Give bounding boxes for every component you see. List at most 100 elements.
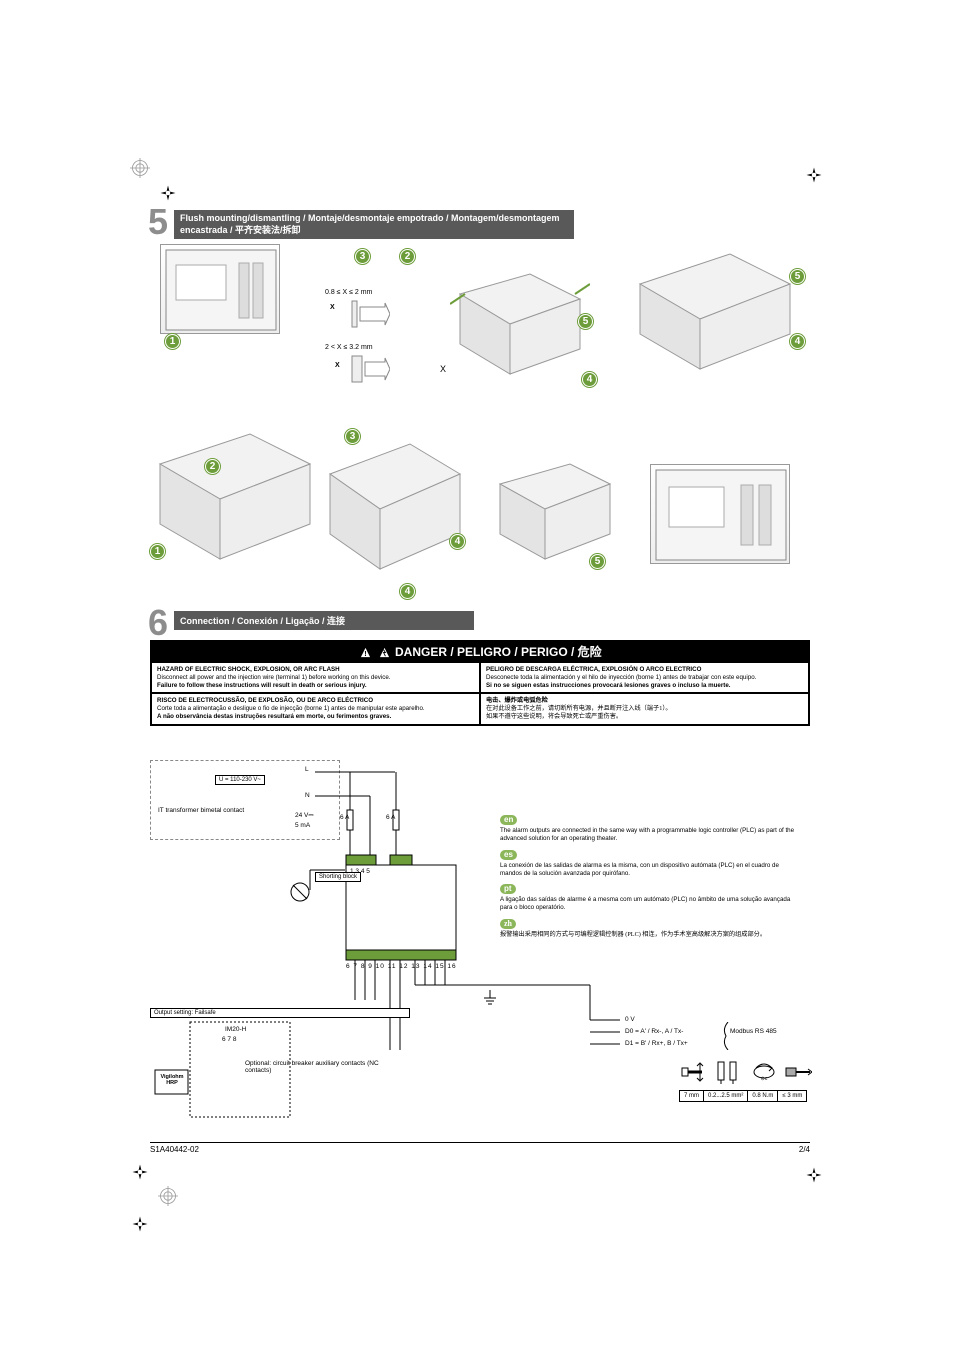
- step-bubble-1: 1: [150, 544, 165, 559]
- en-badge: en: [500, 815, 517, 825]
- zero-v-label: 0 V: [625, 1016, 635, 1023]
- step-bubble-4: 4: [450, 534, 465, 549]
- document-number: S1A40442-02: [150, 1145, 199, 1154]
- danger-grid: HAZARD OF ELECTRIC SHOCK, EXPLOSION, OR …: [151, 662, 809, 725]
- danger-box: ! DANGER / PELIGRO / PERIGO / 危险 HAZARD …: [150, 640, 810, 726]
- note-en: en The alarm outputs are connected in the…: [500, 815, 800, 844]
- zh-badge: zh: [500, 919, 516, 929]
- danger-es-title: PELIGRO DE DESCARGA ELÉCTRICA, EXPLOSIÓN…: [486, 666, 701, 673]
- step-bubble-2: 2: [205, 459, 220, 474]
- danger-zh: 电击、爆炸或电弧危险 在对此设备工作之前，请切断所有电源，并且断开注入线（端子1…: [480, 693, 809, 724]
- module-label: IM20-H: [225, 1026, 246, 1033]
- svg-text:⊙c: ⊙c: [761, 1076, 768, 1082]
- crosshair-icon: [802, 1163, 826, 1187]
- step-bubble-5: 5: [578, 314, 593, 329]
- step-bubble-5: 5: [790, 269, 805, 284]
- step-bubble-3: 3: [355, 249, 370, 264]
- danger-zh-title: 电击、爆炸或电弧危险: [486, 697, 548, 704]
- terminals-small-label: 6 7 8: [222, 1036, 236, 1043]
- device-iso-2: [630, 244, 800, 384]
- optional-contacts-label: Optional: circuit breaker auxiliary cont…: [245, 1060, 385, 1074]
- clip-thin-icon: [350, 299, 390, 334]
- registration-mark-icon: [156, 1184, 180, 1208]
- section-5-title-text: Flush mounting/dismantling / Montaje/des…: [180, 213, 560, 235]
- danger-en-body: Disconnect all power and the injection w…: [157, 674, 391, 681]
- danger-es-body: Desconecte toda la alimentación y el hil…: [486, 674, 756, 681]
- device-iso-3: [150, 424, 320, 574]
- danger-pt: RISCO DE ELECTROCUSSÃO, DE EXPLOSÃO, OU …: [151, 693, 480, 724]
- step-bubble-1: 1: [165, 334, 180, 349]
- section-number-6: 6: [148, 605, 168, 641]
- registration-mark-icon: [128, 156, 152, 180]
- modbus-label: Modbus RS 485: [730, 1028, 777, 1035]
- note-zh: zh 报警输出采用相同的方式与可编程逻辑控制器 (PLC) 相连，作为手术室高级解…: [500, 919, 800, 939]
- note-pt: pt A ligação das saídas de alarme é a mes…: [500, 884, 800, 913]
- danger-heading-text: DANGER / PELIGRO / PERIGO / 危险: [395, 645, 602, 659]
- wire-screwdriver: ≤ 3 mm: [777, 1090, 807, 1102]
- mounting-figure-area: 1 0.8 ≤ X ≤ 2 mm X 2 < X ≤ 3.2 mm X X 3 …: [150, 234, 810, 594]
- wire-torque: 0.8 N.m: [747, 1090, 778, 1102]
- device-front-1: [160, 244, 280, 334]
- pt-badge: pt: [500, 884, 516, 894]
- danger-es-footer: Si no se siguen estas instrucciones prov…: [486, 682, 731, 689]
- note-en-text: The alarm outputs are connected in the s…: [500, 827, 794, 842]
- crosshair-icon: [128, 1160, 152, 1184]
- crosshair-icon: [802, 163, 826, 187]
- warning-triangle-icon: !: [360, 647, 371, 658]
- terminal-row-label: 6 7 8 9 10 11 12 13 14 15 16: [346, 963, 457, 970]
- page-number: 2/4: [799, 1145, 810, 1154]
- danger-zh-body: 在对此设备工作之前，请切断所有电源，并且断开注入线（端子1）。: [486, 705, 672, 712]
- d0-label: D0 = A' / Rx-, A / Tx-: [625, 1028, 683, 1035]
- step-bubble-5: 5: [590, 554, 605, 569]
- step-bubble-2: 2: [400, 249, 415, 264]
- fuse-label-2: 6 A: [386, 814, 395, 821]
- danger-zh-footer: 如果不遵守这些说明，将会导致死亡或严重伤害。: [486, 713, 622, 720]
- note-zh-text: 报警输出采用相同的方式与可编程逻辑控制器 (PLC) 相连，作为手术室高级解决方…: [500, 931, 766, 938]
- note-pt-text: A ligação das saídas de alarme é a mesma…: [500, 896, 790, 911]
- page-footer: S1A40442-02 2/4: [150, 1142, 810, 1154]
- step-bubble-4: 4: [400, 584, 415, 599]
- danger-pt-body: Corte toda a alimentação e desligue o fi…: [157, 705, 425, 712]
- clip-thick-icon: [350, 354, 390, 389]
- step-bubble-4: 4: [790, 334, 805, 349]
- d1-label: D1 = B' / Rx+, B / Tx+: [625, 1040, 688, 1047]
- brace-icon: [720, 1022, 730, 1050]
- es-badge: es: [500, 850, 517, 860]
- note-es-text: La conexión de las salidas de alarma es …: [500, 862, 779, 877]
- wire-spec-row: 7 mm 0.2...2.5 mm² 0.8 N.m ≤ 3 mm: [680, 1090, 807, 1102]
- screwdriver-icon: [784, 1060, 812, 1089]
- section-6-title-text: Connection / Conexión / Ligação / 连接: [180, 616, 345, 626]
- torque-icon: ⊙c: [750, 1060, 778, 1089]
- fuse-label-1: 6 A: [340, 814, 349, 821]
- warning-shock-icon: [379, 647, 390, 658]
- crosshair-icon: [128, 1212, 152, 1236]
- danger-en-footer: Failure to follow these instructions wil…: [157, 682, 367, 689]
- wire-strip-icon: [680, 1060, 708, 1089]
- output-setting-label: Output setting: Failsafe: [150, 1008, 410, 1018]
- danger-en: HAZARD OF ELECTRIC SHOCK, EXPLOSION, OR …: [151, 662, 480, 693]
- note-es: es La conexión de las salidas de alarma e…: [500, 850, 800, 879]
- section-6-title: Connection / Conexión / Ligação / 连接: [174, 611, 474, 630]
- device-iso-4: [320, 434, 470, 584]
- vigilohm-label: Vigilohm HRP: [157, 1074, 187, 1086]
- danger-en-title: HAZARD OF ELECTRIC SHOCK, EXPLOSION, OR …: [157, 666, 340, 673]
- device-front-2: [650, 464, 790, 564]
- danger-heading: ! DANGER / PELIGRO / PERIGO / 危险: [151, 641, 809, 662]
- danger-pt-title: RISCO DE ELECTROCUSSÃO, DE EXPLOSÃO, OU …: [157, 697, 373, 704]
- wire-strip-length: 7 mm: [679, 1090, 704, 1102]
- device-iso-1: [450, 264, 590, 384]
- danger-es: PELIGRO DE DESCARGA ELÉCTRICA, EXPLOSIÓN…: [480, 662, 809, 693]
- language-notes: en The alarm outputs are connected in the…: [500, 815, 800, 945]
- thickness-range-1: 0.8 ≤ X ≤ 2 mm: [325, 289, 372, 296]
- danger-pt-footer: A não observância destas instruções resu…: [157, 713, 391, 720]
- step-bubble-4: 4: [582, 372, 597, 387]
- wire-cross-section: 0.2...2.5 mm²: [703, 1090, 748, 1102]
- thickness-var-1: X: [330, 304, 335, 311]
- thickness-range-2: 2 < X ≤ 3.2 mm: [325, 344, 373, 351]
- thickness-label-x: X: [440, 364, 446, 374]
- thickness-var-2: X: [335, 362, 340, 369]
- ferrule-icon: [714, 1060, 742, 1089]
- wiring-diagram: L N U = 110-230 V~ IT transformer bimeta…: [150, 760, 810, 1130]
- shorting-block-label: Shorting block: [315, 872, 361, 882]
- svg-text:!: !: [365, 649, 367, 658]
